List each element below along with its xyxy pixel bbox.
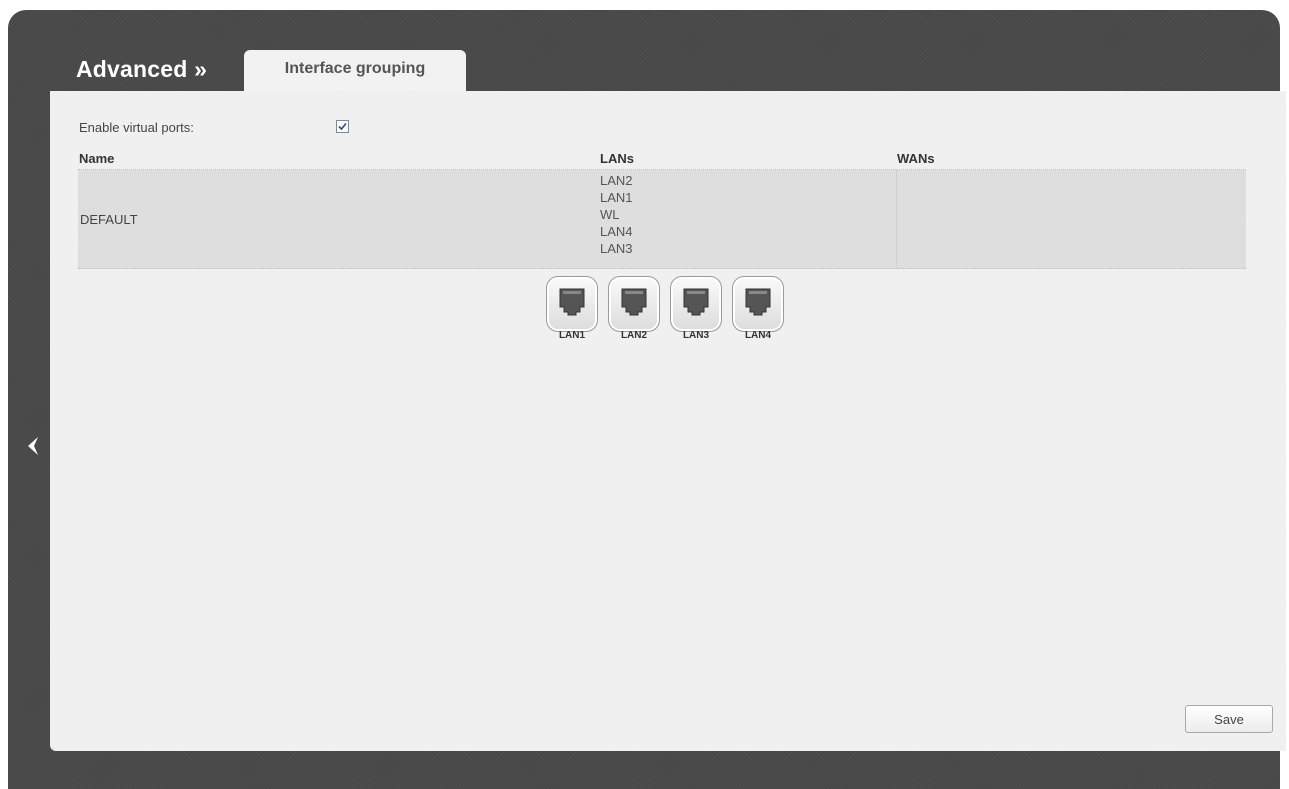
port-frame: [546, 276, 598, 332]
lan-item: LAN2: [600, 173, 633, 188]
port-label: LAN4: [744, 330, 772, 341]
ethernet-port-icon: [745, 288, 771, 316]
lan-item: LAN3: [600, 241, 633, 256]
save-button[interactable]: Save: [1185, 705, 1273, 733]
lan-item: LAN1: [600, 190, 633, 205]
port-frame: [732, 276, 784, 332]
port-lan4[interactable]: LAN4: [732, 276, 784, 341]
port-lan2[interactable]: LAN2: [608, 276, 660, 341]
port-frame: [608, 276, 660, 332]
tab-interface-grouping[interactable]: Interface grouping: [244, 50, 466, 91]
ethernet-port-icon: [559, 288, 585, 316]
column-header-lans: LANs: [600, 151, 634, 166]
virtual-ports-label: Enable virtual ports:: [79, 120, 194, 135]
ethernet-port-icon: [621, 288, 647, 316]
port-label: LAN2: [620, 330, 648, 341]
port-lan3[interactable]: LAN3: [670, 276, 722, 341]
port-label: LAN3: [682, 330, 710, 341]
table-row[interactable]: DEFAULT LAN2 LAN1 WL LAN4 LAN3: [78, 170, 1246, 269]
column-header-name: Name: [79, 151, 115, 166]
column-header-wans: WANs: [897, 151, 935, 166]
lan-item: LAN4: [600, 224, 633, 239]
lan-list: LAN2 LAN1 WL LAN4 LAN3: [600, 172, 633, 257]
virtual-ports-checkbox[interactable]: [336, 120, 349, 133]
port-label: LAN1: [558, 330, 586, 341]
port-lan1[interactable]: LAN1: [546, 276, 598, 341]
ethernet-port-icon: [683, 288, 709, 316]
chevron-left-icon: [28, 437, 38, 455]
column-divider: [896, 170, 898, 268]
port-frame: [670, 276, 722, 332]
checkmark-icon: [338, 122, 347, 131]
lan-item: WL: [600, 207, 620, 222]
group-name: DEFAULT: [80, 212, 138, 227]
breadcrumb[interactable]: Advanced »: [76, 56, 207, 83]
back-arrow-icon[interactable]: [24, 434, 44, 462]
